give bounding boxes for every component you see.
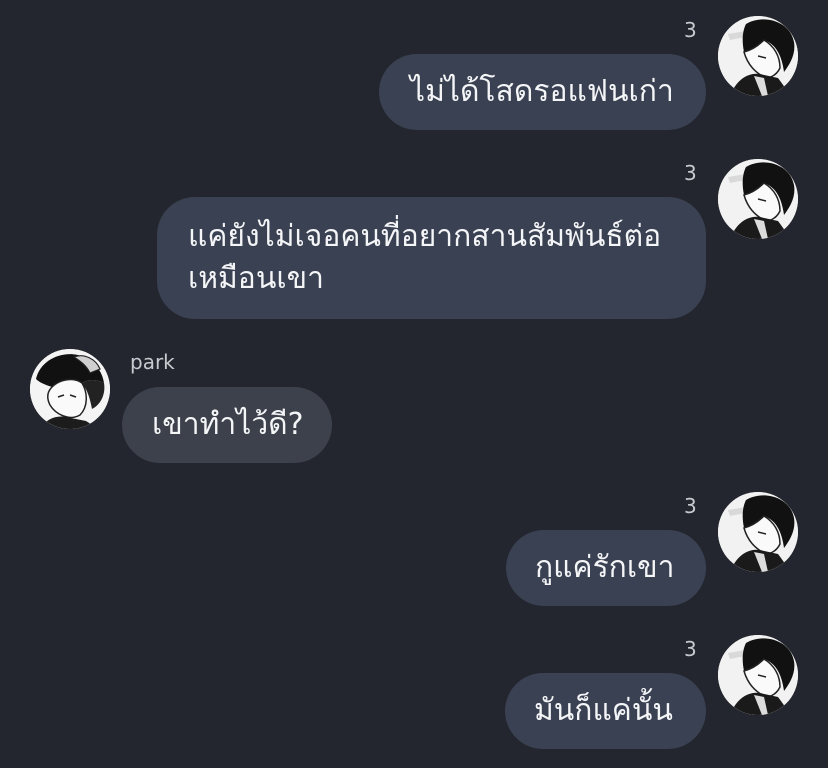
avatar[interactable] [718, 635, 798, 715]
message-bubble[interactable]: มันก็แค่นั้น [505, 673, 706, 749]
message-text: เขาทำไว้ดี? [152, 407, 304, 442]
message-text: มันก็แค่นั้น [534, 693, 673, 728]
avatar[interactable] [718, 16, 798, 96]
message-bubble[interactable]: กูแค่รักเขา [506, 530, 706, 606]
sender-label: 3 [684, 494, 697, 518]
sender-label: 3 [684, 161, 697, 185]
avatar[interactable] [30, 349, 110, 429]
message-text: กูแค่รักเขา [535, 550, 675, 585]
message-text-line: เหมือนเขา [188, 261, 324, 296]
sender-label: 3 [684, 18, 697, 42]
manga-character-portrait-icon [718, 159, 798, 239]
sender-label: 3 [684, 637, 697, 661]
avatar[interactable] [718, 492, 798, 572]
manga-character-portrait-icon [718, 492, 798, 572]
manga-character-portrait-icon [30, 349, 110, 429]
message-text: ไม่ได้โสดรอแฟนเก่า [410, 74, 674, 109]
sender-label: park [130, 350, 175, 374]
message-bubble[interactable]: เขาทำไว้ดี? [122, 387, 332, 463]
message-bubble[interactable]: ไม่ได้โสดรอแฟนเก่า [379, 54, 706, 130]
message-text-line: แค่ยังไม่เจอคนที่อยากสานสัมพันธ์ต่อ [188, 219, 662, 254]
manga-character-portrait-icon [718, 16, 798, 96]
manga-character-portrait-icon [718, 635, 798, 715]
avatar[interactable] [718, 159, 798, 239]
message-bubble[interactable]: แค่ยังไม่เจอคนที่อยากสานสัมพันธ์ต่อ เหมื… [157, 197, 706, 319]
